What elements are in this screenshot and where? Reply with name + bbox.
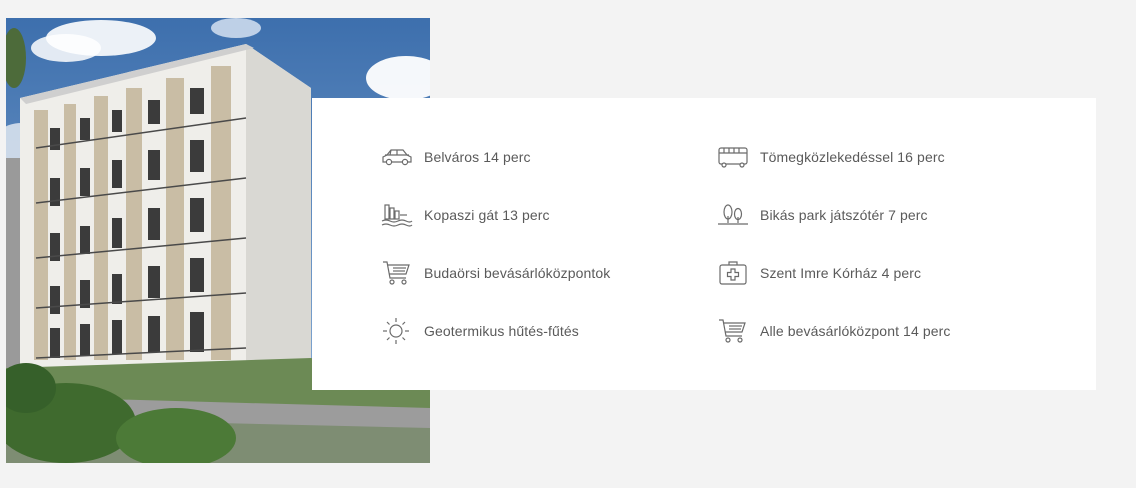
amenity-label: Bikás park játszótér 7 perc xyxy=(760,207,928,223)
page: Belváros 14 perc Kopaszi gát 13 perc Bud… xyxy=(0,0,1136,488)
amenity-item: Kopaszi gát 13 perc xyxy=(381,200,550,230)
shopping-cart-icon xyxy=(381,259,413,287)
sun-icon xyxy=(381,317,413,345)
amenity-item: Geotermikus hűtés-fűtés xyxy=(381,316,579,346)
medical-kit-icon xyxy=(717,259,749,287)
amenity-label: Alle bevásárlóközpont 14 perc xyxy=(760,323,951,339)
amenity-item: Alle bevásárlóközpont 14 perc xyxy=(717,316,950,346)
amenity-label: Kopaszi gát 13 perc xyxy=(424,207,550,223)
bus-icon xyxy=(717,143,749,171)
amenity-item: Bikás park játszótér 7 perc xyxy=(717,200,928,230)
car-icon xyxy=(381,143,413,171)
amenity-label: Tömegközlekedéssel 16 perc xyxy=(760,149,945,165)
amenity-item: Tömegközlekedéssel 16 perc xyxy=(717,142,945,172)
amenity-item: Belváros 14 perc xyxy=(381,142,531,172)
amenity-label: Budaörsi bevásárlóközpontok xyxy=(424,265,611,281)
amenity-item: Budaörsi bevásárlóközpontok xyxy=(381,258,610,288)
trees-icon xyxy=(717,201,749,229)
amenity-item: Szent Imre Kórház 4 perc xyxy=(717,258,921,288)
riverside-icon xyxy=(381,201,413,229)
shopping-cart-icon xyxy=(717,317,749,345)
amenity-label: Szent Imre Kórház 4 perc xyxy=(760,265,922,281)
amenity-label: Geotermikus hűtés-fűtés xyxy=(424,323,579,339)
amenity-label: Belváros 14 perc xyxy=(424,149,531,165)
amenities-card: Belváros 14 perc Kopaszi gát 13 perc Bud… xyxy=(312,98,1096,390)
